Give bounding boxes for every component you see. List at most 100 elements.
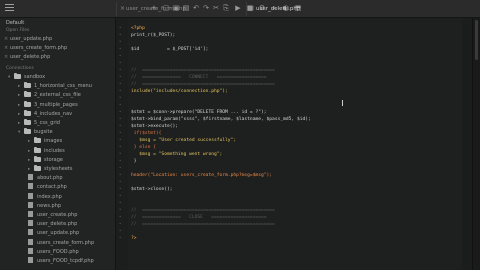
folder-icon: [24, 82, 31, 89]
code-line: // ============== CLOSE ================…: [131, 215, 267, 220]
tree-folder-item[interactable]: ▸ 2_external_css_file: [18, 91, 81, 100]
tab-divider: [246, 2, 247, 16]
open-file-label: users_create_form.php: [10, 45, 68, 51]
line-number: •: [119, 102, 122, 107]
tree-file-item[interactable]: users_create_form.php: [28, 238, 95, 248]
tree-file-item[interactable]: user_delete.php: [28, 220, 77, 229]
line-number: •: [119, 130, 122, 135]
line-number: •: [119, 95, 122, 100]
line-number: •: [119, 179, 122, 184]
tree-file-item[interactable]: about.php: [28, 174, 63, 183]
code-line: ?>: [131, 236, 137, 241]
tree-folder-item[interactable]: ▸ 4_includes_nav: [18, 109, 72, 119]
code-line: $stmt = $conn->prepare("DELETE FROM ... …: [131, 110, 267, 115]
hamburger-menu-icon[interactable]: [5, 4, 14, 13]
tree-folder-item[interactable]: ▸ includes: [28, 146, 65, 156]
code-line: $msg = "User created successfully";: [131, 138, 237, 143]
line-number: •: [119, 207, 122, 212]
line-number: •: [119, 88, 122, 93]
tree-folder-item[interactable]: ▸ storage: [28, 155, 63, 165]
line-number: •: [119, 172, 122, 177]
tree-item-label: users_FOOD_tcpdf.php: [37, 258, 94, 264]
tree-item-label: 2_external_css_file: [34, 92, 81, 99]
line-number: •: [119, 214, 122, 219]
code-line: if($stmt){: [131, 131, 162, 136]
tree-item-label: user_create.php: [37, 212, 78, 218]
file-icon: [28, 174, 33, 181]
connections-heading: Connections: [6, 66, 34, 71]
tree-item-label: storage: [44, 156, 63, 163]
tree-file-item[interactable]: user_update.php: [28, 229, 79, 238]
tree-item-label: users_FOOD.php: [37, 248, 79, 255]
editor-tab[interactable]: ×user_create_form.php: [120, 2, 186, 16]
open-file-item[interactable]: × users_create_form.php: [4, 44, 67, 53]
tree-folder-item[interactable]: ▸ 5_css_grid: [18, 119, 60, 128]
tree-item-label: 3_multiple_pages: [34, 101, 78, 108]
tree-item-label: images: [44, 138, 63, 145]
tree-item-label: user_delete.php: [37, 221, 78, 228]
file-icon: [28, 201, 33, 208]
tree-item-label: includes: [44, 147, 65, 154]
editor-tab[interactable]: ×user_delete.php: [250, 2, 300, 16]
code-line: // =====================================…: [131, 68, 275, 73]
tree-folder-item[interactable]: ▸ 1_horizontal_css_menu: [18, 82, 92, 91]
file-icon: [28, 257, 33, 263]
vertical-scrollbar[interactable]: [472, 18, 480, 270]
folder-icon: [24, 119, 31, 125]
open-file-label: user_update.php: [10, 36, 53, 42]
folder-icon: [34, 146, 41, 153]
tree-file-item[interactable]: news.php: [28, 201, 61, 211]
tree-item-label: stylesheets: [44, 166, 73, 172]
tree-item-label: user_update.php: [37, 230, 80, 237]
toolbar-tool-icon[interactable]: ↷: [202, 4, 210, 13]
tree-file-item[interactable]: users_FOOD.php: [28, 247, 79, 257]
tree-item-label: 5_css_grid: [34, 120, 60, 126]
minimap[interactable]: [462, 18, 472, 270]
file-icon: [28, 211, 33, 217]
file-icon: [28, 220, 33, 227]
line-number: •: [119, 221, 122, 226]
code-line: header("Location: users_create_form.php?…: [131, 173, 273, 178]
tree-folder-item[interactable]: ▸ stylesheets: [28, 165, 72, 174]
tree-folder-item[interactable]: ▾ sandbox: [8, 73, 45, 82]
code-editor[interactable]: <?php print_r($_POST); $id = $_POST['id'];…: [128, 18, 462, 270]
file-icon: [28, 183, 33, 190]
line-number: •: [119, 60, 122, 65]
folder-icon: [14, 73, 21, 79]
tree-item-label: users_create_form.php: [37, 239, 95, 246]
tab-label: user_delete.php: [256, 6, 301, 12]
line-number: •: [119, 235, 122, 240]
tree-file-item[interactable]: user_create.php: [28, 211, 77, 220]
open-file-item[interactable]: × user_update.php: [4, 35, 52, 44]
code-line: // =====================================…: [131, 82, 275, 87]
tree-file-item[interactable]: contact.php: [28, 183, 67, 192]
tree-folder-item[interactable]: ▾ bugsite: [18, 128, 53, 137]
line-number: •: [119, 158, 122, 163]
tree-folder-item[interactable]: ▸ 3_multiple_pages: [18, 100, 78, 110]
scrollbar-thumb[interactable]: [475, 20, 478, 60]
line-number: •: [119, 228, 122, 233]
tree-file-item[interactable]: users_FOOD_tcpdf.php: [28, 257, 94, 266]
text-cursor: [342, 100, 343, 106]
folder-icon: [24, 100, 31, 107]
open-file-item[interactable]: × user_delete.php: [4, 53, 50, 62]
line-number: •: [119, 46, 122, 51]
tree-item-label: bugsite: [34, 129, 53, 136]
line-number: •: [119, 32, 122, 37]
line-number: •: [119, 74, 122, 79]
tab-divider: [116, 2, 117, 16]
toolbar-tool-icon[interactable]: ⎘: [222, 4, 230, 13]
tree-folder-item[interactable]: ▸ images: [28, 137, 62, 146]
toolbar-tool-icon[interactable]: ↶: [192, 4, 200, 13]
line-number: •: [119, 144, 122, 149]
tab-label: user_create_form.php: [126, 6, 186, 12]
line-number: •: [119, 25, 122, 30]
folder-icon: [24, 109, 31, 116]
tree-item-label: 1_horizontal_css_menu: [34, 83, 92, 90]
toolbar-tool-icon[interactable]: ▶: [234, 4, 242, 13]
tree-file-item[interactable]: index.php: [28, 192, 62, 202]
line-number: •: [119, 81, 122, 86]
toolbar-tool-icon[interactable]: ✂: [212, 4, 220, 13]
line-number: •: [119, 39, 122, 44]
file-icon: [28, 229, 33, 236]
